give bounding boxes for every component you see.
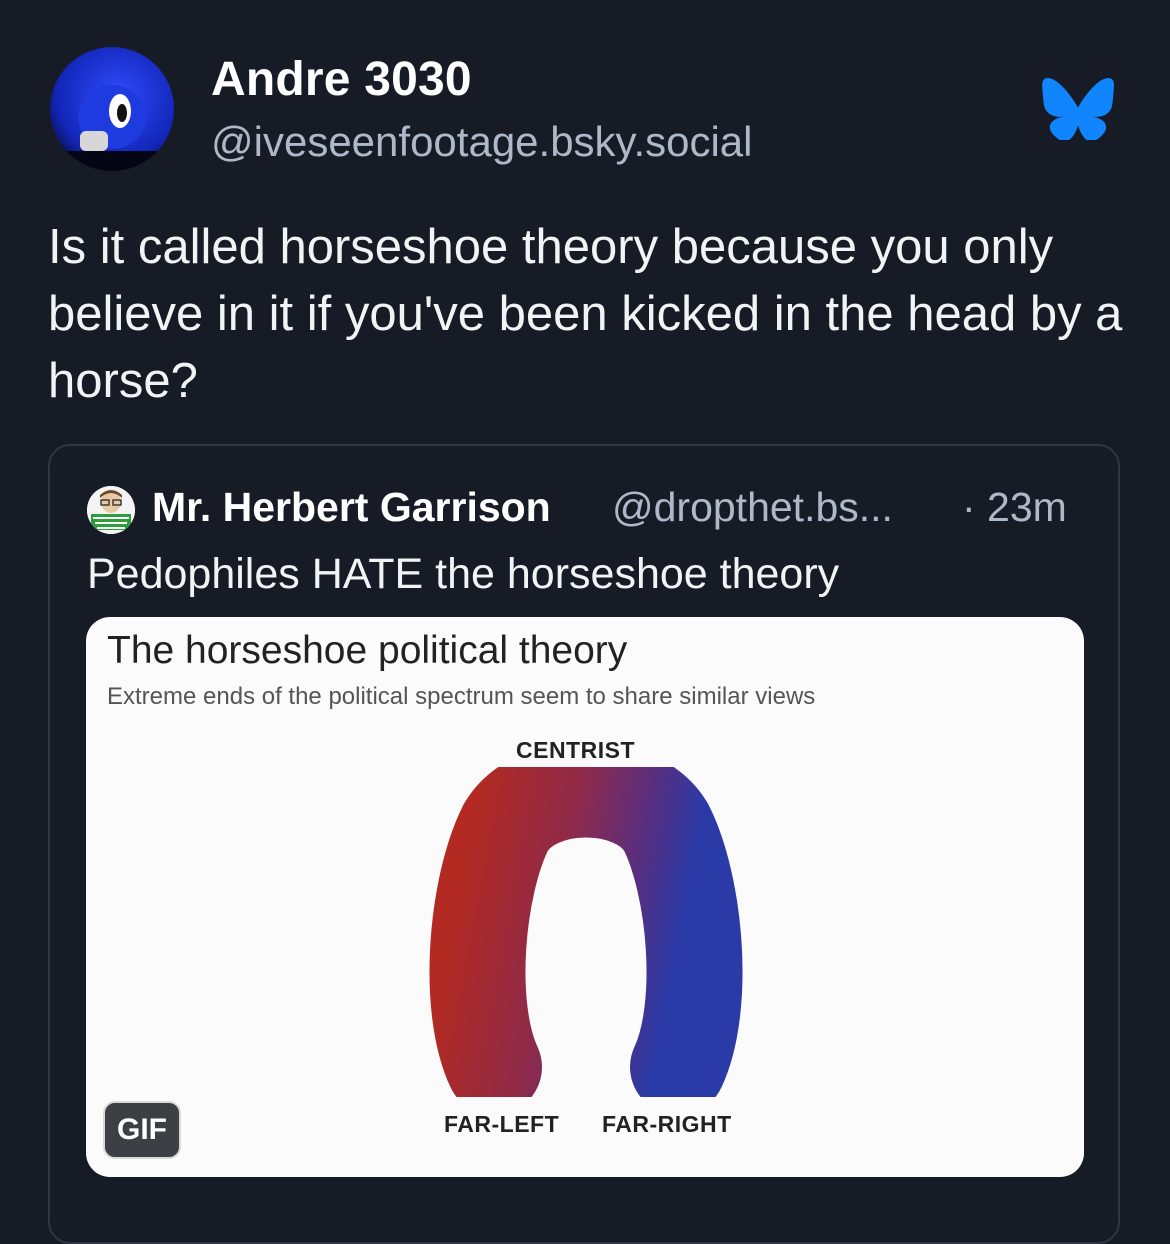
avatar[interactable] [50, 47, 174, 171]
media-title: The horseshoe political theory [107, 629, 628, 672]
label-far-right: FAR-RIGHT [602, 1111, 732, 1137]
author-handle[interactable]: @iveseenfootage.bsky.social [211, 118, 753, 166]
author-name[interactable]: Andre 3030 [211, 52, 472, 107]
avatar-image [50, 47, 174, 171]
label-far-left: FAR-LEFT [444, 1111, 560, 1137]
quoted-author-handle[interactable]: @dropthet.bs... [612, 484, 893, 531]
media-subtitle: Extreme ends of the political spectrum s… [107, 683, 816, 710]
quoted-post-text: Pedophiles HATE the horseshoe theory [87, 550, 840, 598]
quoted-gif-media[interactable]: The horseshoe political theory Extreme e… [86, 617, 1084, 1177]
post-text: Is it called horseshoe theory because yo… [48, 220, 1123, 408]
gif-badge[interactable]: GIF [103, 1101, 181, 1159]
horseshoe-graphic [429, 767, 743, 1097]
bluesky-butterfly-icon[interactable] [1042, 78, 1114, 140]
label-centrist: CENTRIST [516, 737, 635, 763]
quoted-user-avatar[interactable] [87, 486, 135, 534]
quoted-post-time: · 23m [962, 484, 1067, 530]
quoted-author-name[interactable]: Mr. Herbert Garrison [152, 484, 551, 531]
quoted-avatar-image [87, 486, 135, 534]
